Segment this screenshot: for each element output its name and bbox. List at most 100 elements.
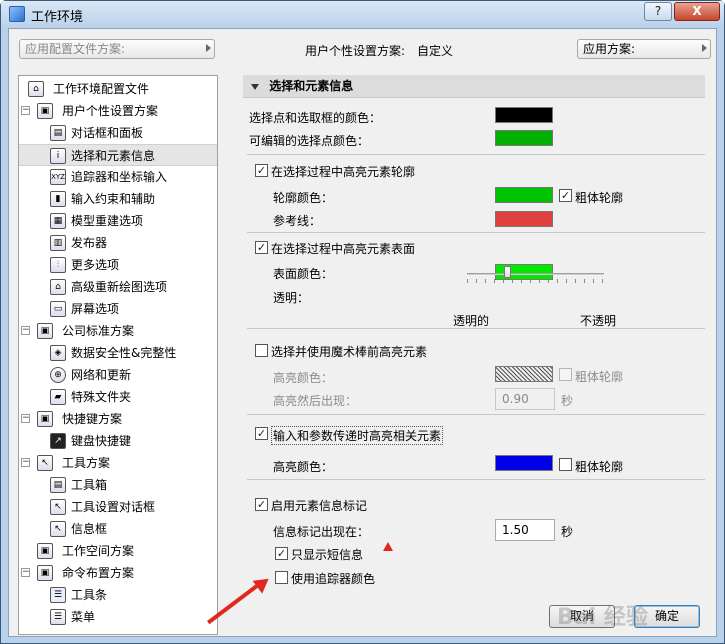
title-bar: 工作环境 ? X <box>1 1 724 28</box>
info-box-icon: ↖ <box>50 521 66 537</box>
annotation-triangle <box>383 542 393 551</box>
chevron-right-icon <box>702 44 707 52</box>
collapse-icon[interactable]: − <box>21 568 30 577</box>
highlight-contour-checkbox[interactable]: ✓ <box>255 164 268 177</box>
divider <box>247 414 705 415</box>
toolbox-icon: ▤ <box>50 477 66 493</box>
divider <box>247 328 705 329</box>
info-tag-checkbox[interactable]: ✓ <box>255 498 268 511</box>
input-thick-checkbox[interactable] <box>559 458 572 471</box>
workspace-icon: ▣ <box>37 543 53 559</box>
command-scheme-icon: ▣ <box>37 565 53 581</box>
reference-line-label: 参考线： <box>273 214 322 228</box>
thick-contour-label: 粗体轮廓 <box>575 191 624 205</box>
settings-panel: 选择和元素信息 选择点和选取框的颜色： 可编辑的选择点颜色： ✓ 在选择过程中高… <box>233 75 714 635</box>
tree-item-selection-info[interactable]: i 选择和元素信息 <box>19 144 217 166</box>
hl-thick-label: 粗体轮廓 <box>575 370 624 384</box>
data-safety-icon: ◈ <box>50 345 66 361</box>
divider <box>247 479 705 480</box>
close-button[interactable]: X <box>674 2 720 21</box>
redraw-icon: ⌂ <box>50 279 66 295</box>
info-tag-delay-input[interactable]: 1.50 <box>495 519 555 541</box>
section-header[interactable]: 选择和元素信息 <box>243 75 705 98</box>
editable-color-label: 可编辑的选择点颜色： <box>249 134 370 148</box>
transparency-slider-thumb[interactable] <box>504 266 511 278</box>
hl-color-label: 高亮颜色： <box>273 371 334 385</box>
transparency-slider-track[interactable] <box>467 273 604 275</box>
collapse-icon[interactable]: − <box>21 106 30 115</box>
contour-color-label: 轮廓颜色： <box>273 191 334 205</box>
opaque-label: 不透明 <box>580 314 617 328</box>
mouse-icon: ▮ <box>50 191 66 207</box>
input-hl-color-swatch[interactable] <box>495 455 553 471</box>
apply-scheme-label: 应用方案: <box>583 42 636 56</box>
profiles-icon: ⌂ <box>28 81 44 97</box>
hl-delay-input[interactable]: 0.90 <box>495 388 555 410</box>
menu-icon: ☰ <box>50 609 66 625</box>
user-profile-label: 用户个性设置方案: <box>305 44 406 58</box>
input-thick-label: 粗体轮廓 <box>575 460 624 474</box>
user-profile-value: 自定义 <box>417 44 454 58</box>
info-tag-delay-unit: 秒 <box>561 525 574 539</box>
info-tag-label: 启用元素信息标记 <box>271 499 368 513</box>
short-info-checkbox[interactable]: ✓ <box>275 547 288 560</box>
contour-color-swatch[interactable] <box>495 187 553 203</box>
profile-scheme-dropdown[interactable]: 应用配置文件方案: <box>19 39 215 59</box>
editable-color-swatch[interactable] <box>495 130 553 146</box>
blocks-icon: ▦ <box>50 213 66 229</box>
toolbar-icon: ☰ <box>50 587 66 603</box>
surface-color-label: 表面颜色： <box>273 267 334 281</box>
dialog-panel-icon: ▤ <box>50 125 66 141</box>
window-title: 工作环境 <box>31 10 84 25</box>
keyboard-icon: ↗ <box>50 433 66 449</box>
collapse-icon[interactable]: − <box>21 326 30 335</box>
reference-line-swatch[interactable] <box>495 211 553 227</box>
dialog-body: 应用配置文件方案: 用户个性设置方案: 自定义 应用方案: ⌂ 工作环境配置文件… <box>8 28 717 637</box>
xyz-icon: XYZ <box>50 169 66 185</box>
tool-scheme-icon: ↖ <box>37 455 53 471</box>
info-tag-delay-label: 信息标记出现在： <box>273 525 370 539</box>
collapse-icon[interactable]: − <box>21 458 30 467</box>
thick-contour-checkbox[interactable]: ✓ <box>559 189 572 202</box>
tracker-color-label: 使用追踪器颜色 <box>291 572 376 586</box>
collapse-icon[interactable]: − <box>21 414 30 423</box>
highlight-surface-label: 在选择过程中高亮元素表面 <box>271 242 416 256</box>
expand-triangle-icon <box>251 83 259 90</box>
app-icon <box>9 6 25 22</box>
user-scheme-icon: ▣ <box>37 103 53 119</box>
input-hl-color-label: 高亮颜色： <box>273 460 334 474</box>
highlight-contour-label: 在选择过程中高亮元素轮廓 <box>271 165 416 179</box>
folder-icon: ▰ <box>50 389 66 405</box>
screen-icon: ▭ <box>50 301 66 317</box>
section-title: 选择和元素信息 <box>269 79 354 93</box>
input-highlight-checkbox[interactable]: ✓ <box>255 427 268 440</box>
publisher-icon: ▥ <box>50 235 66 251</box>
hl-thick-checkbox[interactable] <box>559 368 572 381</box>
help-button[interactable]: ? <box>644 2 672 21</box>
hl-delay-label: 高亮然后出现： <box>273 394 358 408</box>
magic-wand-checkbox[interactable] <box>255 344 268 357</box>
selection-color-swatch[interactable] <box>495 107 553 123</box>
chevron-right-icon <box>206 44 211 52</box>
company-scheme-icon: ▣ <box>37 323 53 339</box>
tool-settings-icon: ↖ <box>50 499 66 515</box>
shortcut-scheme-icon: ▣ <box>37 411 53 427</box>
sliders-icon: ⫶ <box>50 257 66 273</box>
globe-icon: ⊕ <box>50 367 66 383</box>
highlight-surface-checkbox[interactable]: ✓ <box>255 241 268 254</box>
hl-color-swatch[interactable] <box>495 366 553 382</box>
tracker-color-checkbox[interactable] <box>275 571 288 584</box>
apply-scheme-dropdown[interactable]: 应用方案: <box>577 39 711 59</box>
slider-ticks <box>467 279 604 283</box>
preferences-window: 工作环境 ? X 应用配置文件方案: 用户个性设置方案: 自定义 应用方案: ⌂… <box>0 0 725 644</box>
profile-scheme-placeholder: 应用配置文件方案: <box>25 42 126 56</box>
watermark: Bai 经验 <box>557 605 648 630</box>
selection-color-label: 选择点和选取框的颜色： <box>249 111 382 125</box>
short-info-label: 只显示短信息 <box>291 548 364 562</box>
transparent-label: 透明的 <box>453 314 490 328</box>
selection-info-icon: i <box>50 148 66 164</box>
divider <box>247 232 705 233</box>
input-highlight-label: 输入和参数传递时高亮相关元素 <box>271 426 444 445</box>
transparency-label: 透明： <box>273 291 310 305</box>
hl-delay-unit: 秒 <box>561 394 574 408</box>
